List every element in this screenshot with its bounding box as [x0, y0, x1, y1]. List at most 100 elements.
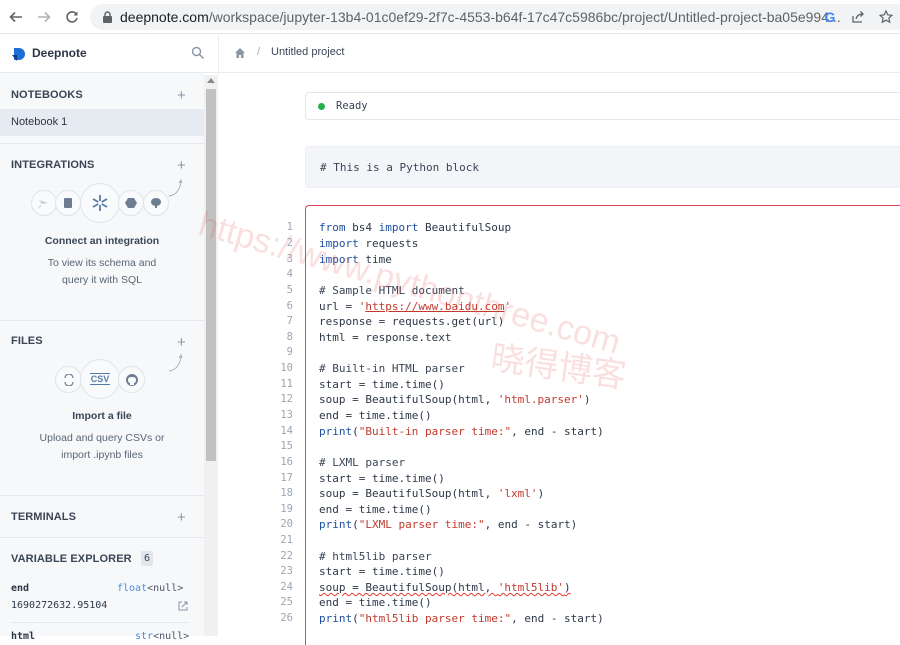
scroll-up-arrow-icon[interactable]	[207, 78, 215, 83]
code-line-24: soup = BeautifulSoup(html, 'html5lib')	[319, 581, 571, 594]
code-line-7: response = requests.get(url)	[319, 315, 505, 328]
bookmark-star-icon[interactable]	[877, 8, 895, 26]
reload-icon	[66, 11, 78, 23]
code-line-17: start = time.time()	[319, 472, 445, 485]
line-number: 25	[280, 596, 293, 608]
search-icon[interactable]	[191, 46, 205, 60]
add-notebook-button[interactable]: +	[177, 88, 186, 103]
url-link[interactable]: https://www.baidu.com	[365, 300, 504, 313]
code-line-26: print("html5lib parser time:", end - sta…	[319, 612, 604, 625]
files-title: FILES	[11, 335, 43, 347]
line-number: 4	[286, 268, 293, 280]
code-line-16: # LXML parser	[319, 456, 406, 469]
files-empty-title: Import a file	[72, 410, 132, 422]
line-number: 12	[280, 393, 293, 405]
line-number: 7	[286, 315, 293, 327]
code-line-20: print("LXML parser time:", end - start)	[319, 518, 578, 531]
sync-icon	[55, 366, 82, 393]
deepnote-logo-icon[interactable]	[11, 46, 27, 62]
kernel-status-bar: Ready	[305, 92, 900, 120]
divider	[11, 622, 189, 623]
code-line-22: # html5lib parser	[319, 550, 432, 563]
url-text: deepnote.com/workspace/jupyter-13b4-01c0…	[120, 9, 841, 25]
line-number: 15	[280, 440, 293, 452]
status-dot-icon	[318, 103, 325, 110]
line-number: 22	[280, 550, 293, 562]
text-block-content: # This is a Python block	[320, 161, 479, 174]
sidebar-header: Deepnote	[0, 35, 219, 73]
lock-icon	[103, 11, 112, 23]
line-number: 3	[286, 253, 293, 265]
code-line-12: soup = BeautifulSoup(html, 'html.parser'…	[319, 393, 591, 406]
breadcrumb-separator: /	[257, 46, 261, 58]
line-number: 6	[286, 300, 293, 312]
variable-name[interactable]: end	[11, 583, 29, 594]
integration-empty-desc-1: To view its schema and	[47, 257, 157, 269]
postgres-icon	[143, 190, 169, 216]
code-line-25: end = time.time()	[319, 596, 432, 609]
line-number: 20	[280, 518, 293, 530]
line-number: 19	[280, 503, 293, 515]
segment-icon	[31, 190, 57, 216]
sidebar-item-notebook-1[interactable]: Notebook 1	[0, 109, 204, 136]
line-number: 14	[280, 425, 293, 437]
variable-value: 1690272632.95104	[11, 600, 108, 611]
forward-button[interactable]	[33, 6, 55, 28]
code-line-2: import requests	[319, 237, 419, 250]
arrow-curve-icon	[168, 353, 183, 372]
address-bar[interactable]: deepnote.com/workspace/jupyter-13b4-01c0…	[90, 4, 900, 30]
line-number: 5	[286, 284, 293, 296]
redshift-icon	[55, 190, 81, 216]
add-terminal-button[interactable]: +	[177, 510, 186, 525]
add-file-button[interactable]: +	[177, 335, 186, 350]
line-number: 26	[280, 612, 293, 624]
github-icon	[118, 366, 145, 393]
code-line-8: html = response.text	[319, 331, 452, 344]
variable-explorer-title: VARIABLE EXPLORER	[11, 553, 132, 565]
line-number: 8	[286, 331, 293, 343]
variable-type: float<null>	[117, 583, 184, 594]
code-line-6: url = 'https://www.baidu.com'	[319, 300, 512, 313]
text-block[interactable]: # This is a Python block	[305, 146, 900, 188]
code-line-5: # Sample HTML document	[319, 284, 465, 297]
browser-toolbar: deepnote.com/workspace/jupyter-13b4-01c0…	[0, 0, 900, 34]
arrow-right-icon	[38, 11, 51, 23]
line-number: 18	[280, 487, 293, 499]
code-line-10: # Built-in HTML parser	[319, 362, 465, 375]
reload-button[interactable]	[61, 6, 83, 28]
code-line-11: start = time.time()	[319, 378, 445, 391]
share-icon[interactable]	[849, 8, 867, 26]
snowflake-icon	[80, 183, 120, 223]
sidebar: Deepnote NOTEBOOKS + Notebook 1 INTEGRAT…	[0, 35, 219, 642]
status-text: Ready	[336, 100, 368, 112]
sidebar-scrollbar[interactable]	[204, 75, 218, 636]
integration-empty-desc-2: query it with SQL	[62, 274, 142, 286]
integrations-title: INTEGRATIONS	[11, 159, 95, 171]
divider	[0, 537, 204, 538]
divider	[0, 143, 204, 144]
code-line-19: end = time.time()	[319, 503, 432, 516]
code-line-14: print("Built-in parser time:", end - sta…	[319, 425, 604, 438]
code-line-1: from bs4 import BeautifulSoup	[319, 221, 512, 234]
google-icon[interactable]: G	[821, 8, 839, 26]
line-number: 23	[280, 565, 293, 577]
code-line-18: soup = BeautifulSoup(html, 'lxml')	[319, 487, 545, 500]
divider	[0, 495, 204, 496]
code-line-3: import time	[319, 253, 392, 266]
scroll-thumb[interactable]	[206, 89, 216, 461]
line-number: 21	[280, 534, 293, 546]
breadcrumb-project[interactable]: Untitled project	[271, 46, 344, 58]
open-external-icon[interactable]	[178, 601, 188, 611]
line-number: 9	[286, 346, 293, 358]
home-icon[interactable]	[234, 47, 246, 59]
code-line-13: end = time.time()	[319, 409, 432, 422]
breadcrumb: / Untitled project	[219, 35, 900, 73]
arrow-left-icon	[9, 11, 22, 23]
line-number: 24	[280, 581, 293, 593]
line-number: 11	[280, 378, 293, 390]
back-button[interactable]	[5, 6, 27, 28]
integration-empty-title: Connect an integration	[44, 235, 160, 247]
add-integration-button[interactable]: +	[177, 158, 186, 173]
variable-name[interactable]: html	[11, 631, 35, 642]
line-number: 17	[280, 472, 293, 484]
